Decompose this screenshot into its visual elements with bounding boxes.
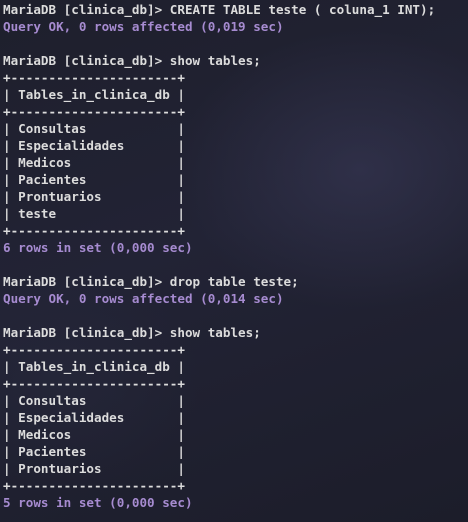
prompt-command-line: MariaDB [clinica_db]> CREATE TABLE teste… — [3, 2, 436, 17]
table-row: | Especialidades | — [3, 410, 185, 425]
table-border-line: +----------------------+ — [3, 104, 185, 119]
table-row: | Prontuarios | — [3, 461, 185, 476]
table-row: | Pacientes | — [3, 444, 185, 459]
prompt-command-line: MariaDB [clinica_db]> drop table teste; — [3, 274, 299, 289]
prompt-command-line: MariaDB [clinica_db]> show tables; — [3, 53, 261, 68]
table-border-line: +----------------------+ — [3, 376, 185, 391]
query-status-line: 6 rows in set (0,000 sec) — [3, 240, 193, 255]
query-status-line: 5 rows in set (0,000 sec) — [3, 495, 193, 510]
query-status-line: Query OK, 0 rows affected (0,019 sec) — [3, 19, 284, 34]
table-row: | teste | — [3, 206, 185, 221]
table-row: | Pacientes | — [3, 172, 185, 187]
table-border-line: +----------------------+ — [3, 70, 185, 85]
terminal-output: MariaDB [clinica_db]> CREATE TABLE teste… — [3, 1, 435, 511]
table-row: | Consultas | — [3, 121, 185, 136]
table-header-line: | Tables_in_clinica_db | — [3, 87, 185, 102]
prompt-command-line: MariaDB [clinica_db]> show tables; — [3, 325, 261, 340]
table-row: | Medicos | — [3, 155, 185, 170]
table-row: | Consultas | — [3, 393, 185, 408]
table-border-line: +----------------------+ — [3, 223, 185, 238]
terminal-window[interactable]: MariaDB [clinica_db]> CREATE TABLE teste… — [0, 0, 468, 522]
table-row: | Prontuarios | — [3, 189, 185, 204]
table-header-line: | Tables_in_clinica_db | — [3, 359, 185, 374]
table-border-line: +----------------------+ — [3, 342, 185, 357]
table-border-line: +----------------------+ — [3, 478, 185, 493]
query-status-line: Query OK, 0 rows affected (0,014 sec) — [3, 291, 284, 306]
table-row: | Medicos | — [3, 427, 185, 442]
table-row: | Especialidades | — [3, 138, 185, 153]
